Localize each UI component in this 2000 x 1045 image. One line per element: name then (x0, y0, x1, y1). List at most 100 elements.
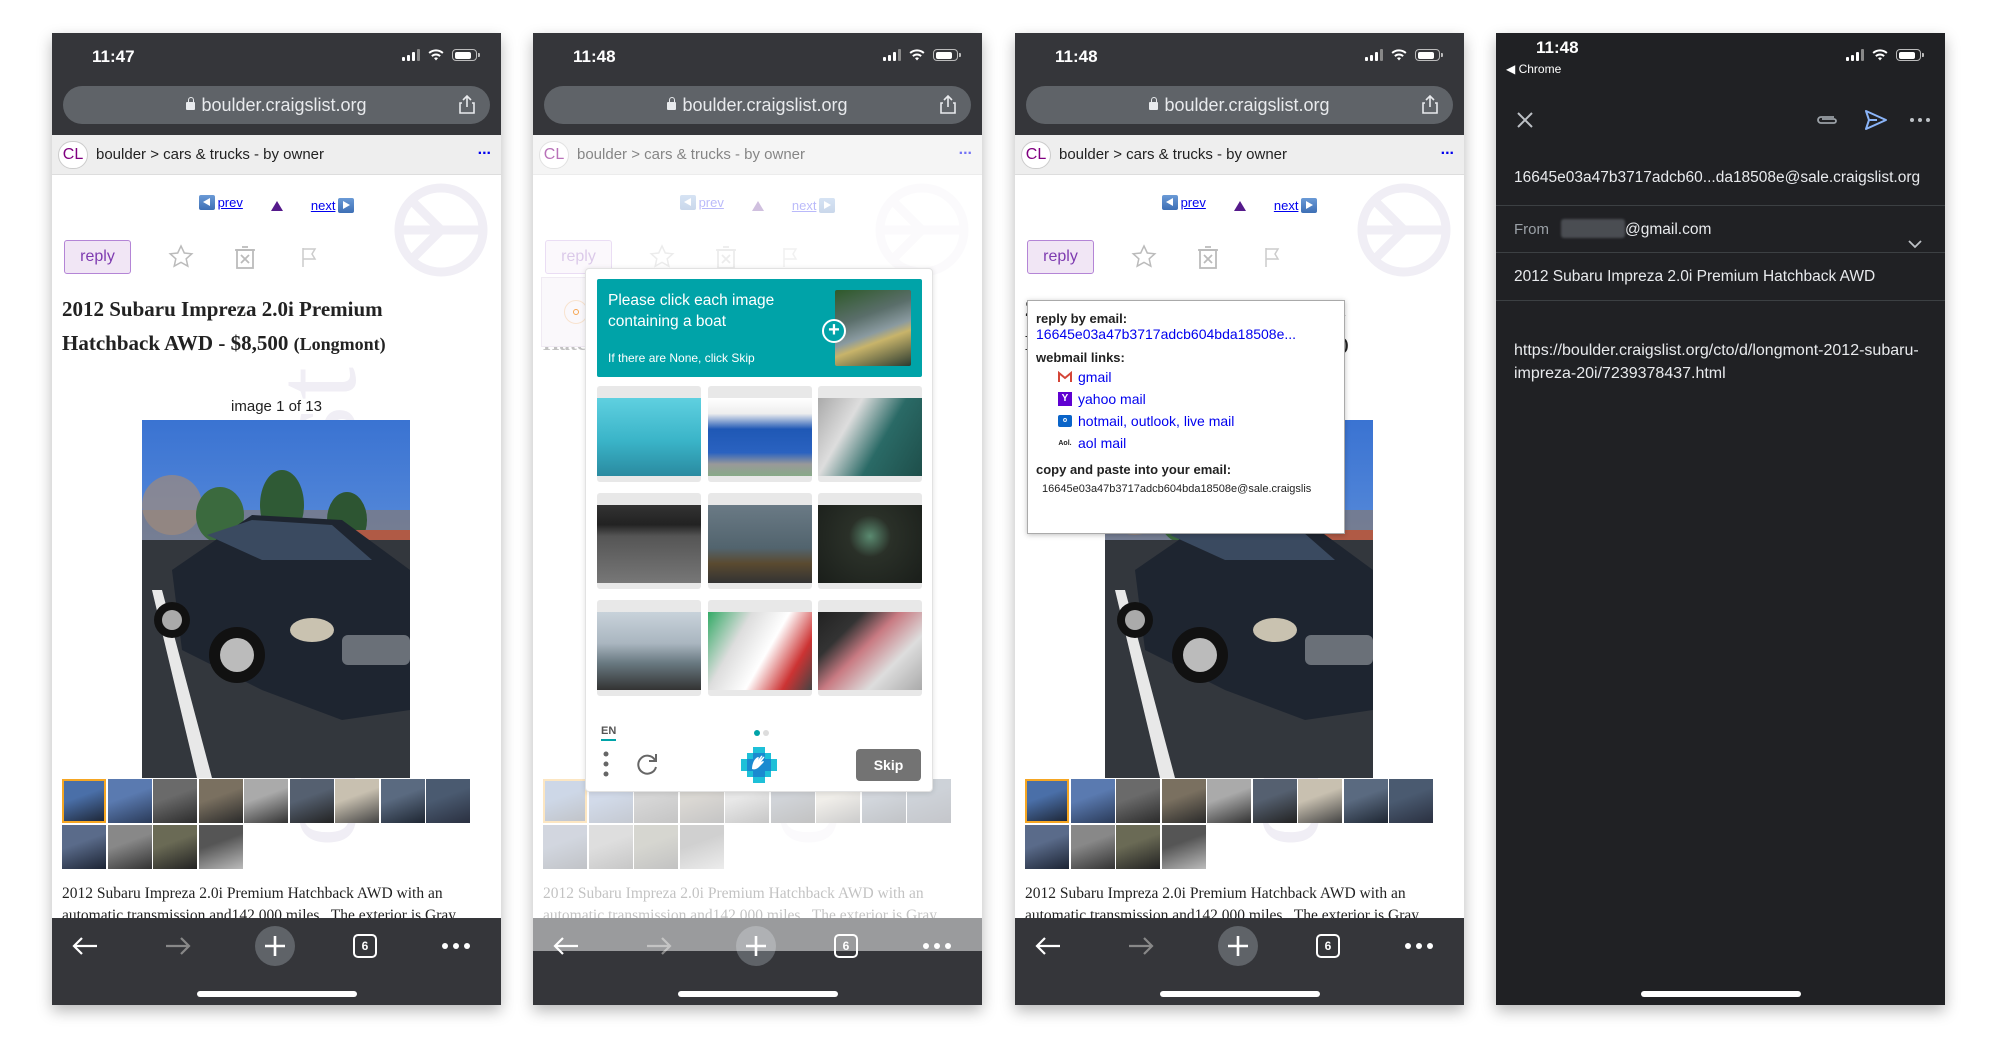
more-menu-button[interactable]: ... (1441, 141, 1454, 159)
thumbnail[interactable] (289, 779, 334, 823)
webmail-link-outlook[interactable]: o hotmail, outlook, live mail (1058, 410, 1336, 432)
captcha-menu-icon[interactable] (603, 751, 609, 777)
thumbnail[interactable] (1070, 824, 1115, 869)
thumbnail[interactable] (1025, 779, 1069, 823)
forward-arrow-icon[interactable] (160, 928, 196, 964)
close-icon[interactable] (1514, 109, 1536, 131)
forward-arrow-icon[interactable] (1123, 928, 1159, 964)
thumbnail[interactable] (1298, 779, 1342, 823)
share-icon[interactable] (1421, 94, 1439, 114)
breadcrumb[interactable]: boulder > cars & trucks - by owner (1059, 146, 1287, 163)
image-counter: image 1 of 13 (231, 398, 322, 415)
new-tab-plus-icon[interactable] (1218, 926, 1258, 966)
thumbnail[interactable] (107, 824, 152, 869)
more-options-icon[interactable] (1401, 928, 1437, 964)
thumbnail[interactable] (1389, 779, 1433, 823)
craigslist-header: CL boulder > cars & trucks - by owner ..… (52, 135, 501, 175)
thumbnail[interactable] (1070, 779, 1115, 823)
thumbnail[interactable] (1116, 779, 1160, 823)
language-selector[interactable]: EN (601, 725, 617, 741)
hide-trash-icon[interactable] (1194, 243, 1222, 271)
captcha-image-train[interactable] (818, 386, 922, 482)
hide-trash-icon[interactable] (231, 243, 259, 271)
aol-icon: Aol. (1058, 439, 1072, 447)
tab-switcher-button[interactable]: 6 (347, 928, 383, 964)
thumbnail[interactable] (1207, 779, 1251, 823)
tab-switcher-button[interactable]: 6 (1310, 928, 1346, 964)
back-arrow-icon[interactable] (67, 928, 103, 964)
reply-email-link[interactable]: 16645e03a47b3717adcb604bda18508e... (1036, 326, 1336, 342)
back-arrow-icon[interactable] (1030, 928, 1066, 964)
more-options-icon[interactable] (438, 928, 474, 964)
captcha-image-boat-rowers[interactable] (707, 493, 812, 589)
share-icon[interactable] (458, 94, 476, 114)
webmail-link-yahoo[interactable]: Yyahoo mail (1058, 388, 1336, 410)
thumbnail[interactable] (62, 779, 106, 823)
captcha-image-bus-crowd[interactable] (707, 600, 812, 696)
thumbnail[interactable] (198, 824, 243, 869)
favorite-star-icon[interactable] (167, 243, 195, 271)
attach-icon[interactable] (1814, 109, 1840, 131)
up-to-listings-icon[interactable] (1233, 201, 1246, 211)
address-bar[interactable]: boulder.craigslist.org (1026, 86, 1453, 124)
breadcrumb[interactable]: boulder > cars & trucks - by owner (96, 146, 324, 163)
thumbnail[interactable] (1252, 779, 1297, 823)
craigslist-header: CL boulder > cars & trucks - by owner ..… (1015, 135, 1464, 175)
flag-icon[interactable] (295, 243, 323, 271)
webmail-link-gmail[interactable]: gmail (1058, 366, 1336, 388)
thumbnail[interactable] (426, 779, 470, 823)
next-link[interactable]: next (1274, 198, 1318, 213)
craigslist-logo[interactable]: CL (58, 141, 88, 169)
thumbnail[interactable] (335, 779, 379, 823)
favorite-star-icon[interactable] (1130, 243, 1158, 271)
webmail-link-aol[interactable]: Aol. aol mail (1058, 432, 1336, 454)
thumbnail[interactable] (244, 779, 288, 823)
send-icon[interactable] (1863, 107, 1889, 133)
signal-icon (1365, 49, 1383, 61)
to-field[interactable]: 16645e03a47b3717adcb60...da18508e@sale.c… (1496, 158, 1945, 206)
new-tab-plus-icon[interactable] (255, 926, 295, 966)
captcha-header: Please click each image containing a boa… (597, 279, 922, 377)
copy-email-address[interactable]: 16645e03a47b3717adcb604bda18508e@sale.cr… (1042, 483, 1338, 495)
thumbnail[interactable] (107, 779, 152, 823)
address-bar[interactable]: boulder.craigslist.org (63, 86, 490, 124)
skip-button[interactable]: Skip (856, 749, 921, 781)
back-to-chrome-link[interactable]: ◀ Chrome (1506, 62, 1561, 76)
thumbnail[interactable] (153, 779, 197, 823)
refresh-icon[interactable] (634, 751, 660, 777)
chevron-down-icon[interactable] (1907, 222, 1923, 249)
post-title: 2012 Subaru Impreza 2.0i Premium Hatchba… (62, 297, 386, 355)
expand-example-icon[interactable]: + (822, 319, 846, 343)
more-options-icon[interactable] (1907, 107, 1933, 133)
craigslist-logo[interactable]: CL (1021, 141, 1051, 169)
subject-field[interactable]: 2012 Subaru Impreza 2.0i Premium Hatchba… (1496, 253, 1945, 301)
up-to-listings-icon[interactable] (270, 201, 283, 211)
from-field[interactable]: From @gmail.com (1496, 206, 1945, 253)
body-field[interactable]: https://boulder.craigslist.org/cto/d/lon… (1514, 339, 1934, 385)
captcha-image-airplane[interactable] (597, 386, 701, 482)
thumbnail[interactable] (1343, 779, 1388, 823)
thumbnail[interactable] (153, 824, 197, 869)
captcha-image-boat-water[interactable] (597, 493, 701, 589)
thumbnail[interactable] (380, 779, 425, 823)
wifi-icon (1391, 49, 1407, 61)
prev-link[interactable]: prev (198, 195, 243, 210)
thumbnail[interactable] (198, 779, 243, 823)
captcha-image-motorcycle[interactable] (818, 493, 922, 589)
flag-icon[interactable] (1258, 243, 1286, 271)
reply-button[interactable]: reply (1027, 240, 1094, 274)
captcha-image-bus[interactable] (707, 386, 812, 482)
prev-link[interactable]: prev (1161, 195, 1206, 210)
browser-bottom-bar: 6 (1015, 918, 1464, 1005)
thumbnail[interactable] (1116, 824, 1160, 869)
next-link[interactable]: next (311, 198, 355, 213)
reply-button[interactable]: reply (64, 240, 131, 274)
captcha-image-bicycle[interactable] (818, 600, 922, 696)
thumbnail[interactable] (1025, 824, 1069, 869)
thumbnail[interactable] (62, 824, 106, 869)
thumbnail[interactable] (1161, 779, 1206, 823)
thumbnail[interactable] (1161, 824, 1206, 869)
captcha-image-ferry[interactable] (597, 600, 701, 696)
main-car-photo[interactable] (142, 420, 410, 778)
more-menu-button[interactable]: ... (478, 141, 491, 159)
